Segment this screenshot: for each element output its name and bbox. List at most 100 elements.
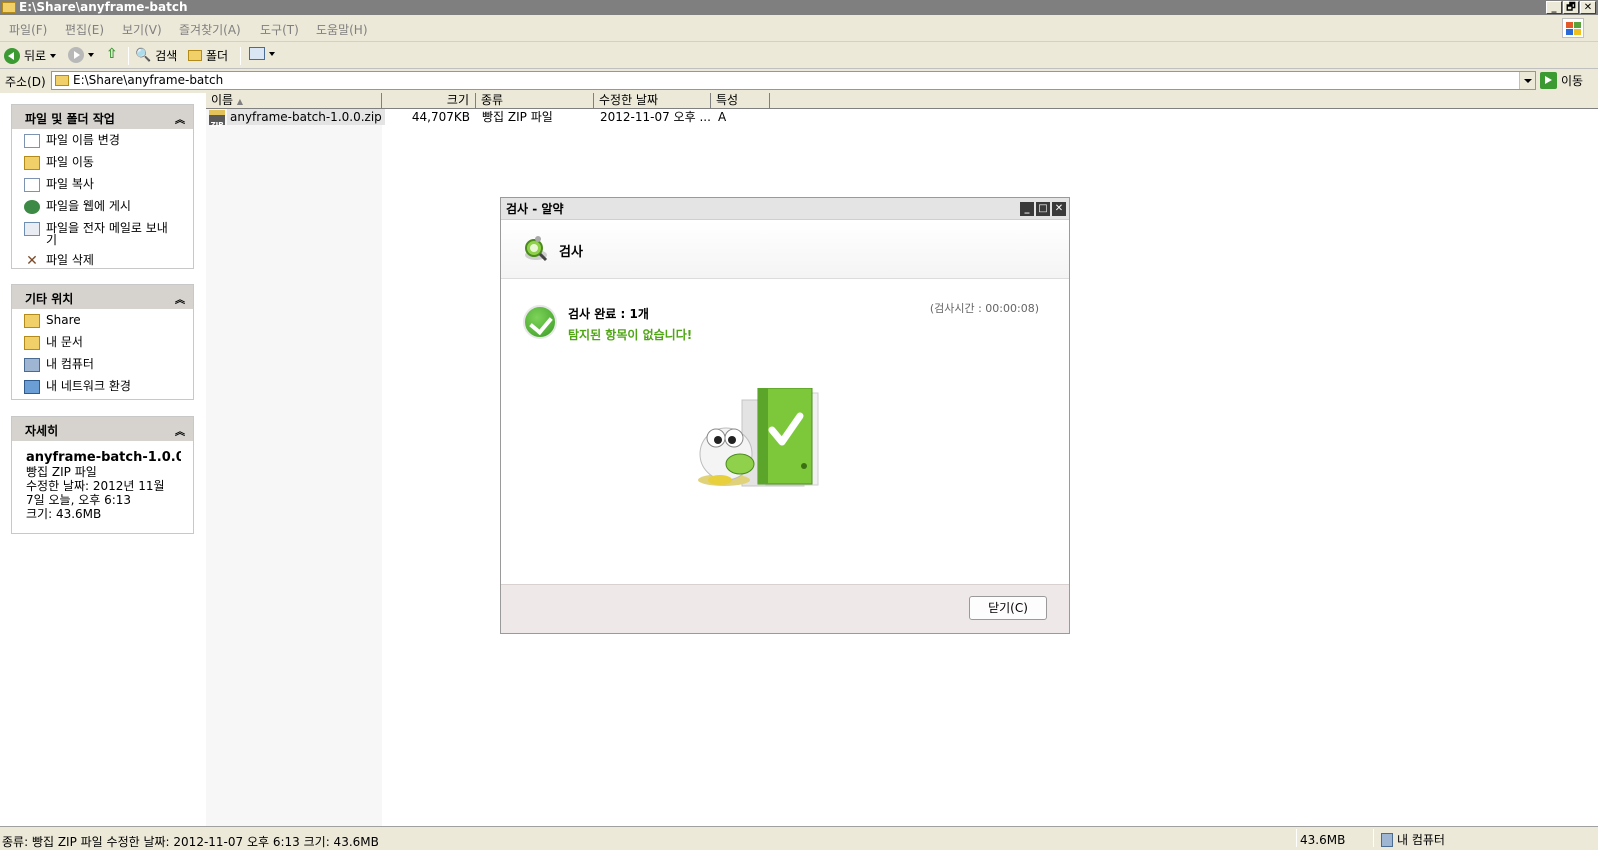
status-bar: 종류: 빵집 ZIP 파일 수정한 날짜: 2012-11-07 오후 6:13… [0,826,1598,850]
my-computer-icon [24,358,40,372]
task-label: 파일을 전자 메일로 보내기 [46,221,168,247]
address-bar: 주소(D) E:\Share\anyframe-batch 이동 [0,70,1598,92]
dialog-maximize-button[interactable]: □ [1036,202,1050,216]
address-input[interactable]: E:\Share\anyframe-batch [51,71,1536,90]
other-places-panel: 기타 위치 ︽ Share 내 문서 내 컴퓨터 내 네트워크 환경 [11,284,194,400]
column-header-type[interactable]: 종류 [476,93,594,109]
file-size: 44,707KB [411,110,470,124]
go-arrow-icon [1540,72,1557,89]
collapse-icon[interactable]: ︽ [175,111,185,126]
back-button[interactable]: 뒤로 [4,47,57,64]
folder-icon [188,50,202,61]
window-title: E:\Share\anyframe-batch [19,0,188,14]
address-value: E:\Share\anyframe-batch [73,73,224,87]
up-folder-button[interactable]: ⇧ [106,47,118,61]
task-copy[interactable]: 파일 복사 [24,178,193,192]
toolbar-divider [240,47,241,65]
sort-ascending-icon: ▲ [236,97,244,106]
place-my-computer[interactable]: 내 컴퓨터 [24,358,193,372]
search-button[interactable]: 🔍 검색 [135,47,177,64]
close-button[interactable]: 닫기(C) [969,596,1047,620]
task-label: 파일 복사 [46,177,94,191]
views-icon [249,47,265,60]
status-divider [1296,829,1297,847]
folders-button[interactable]: 폴더 [188,47,228,64]
window-title-bar[interactable]: E:\Share\anyframe-batch _ 🗗 ✕ [0,0,1598,15]
dialog-header: 검사 [501,221,1069,279]
task-rename[interactable]: 파일 이름 변경 [24,134,193,148]
column-header-modified[interactable]: 수정한 날짜 [594,93,711,109]
dialog-footer: 닫기(C) [501,584,1069,633]
place-my-documents[interactable]: 내 문서 [24,336,193,350]
restore-button[interactable]: 🗗 [1563,1,1579,14]
address-dropdown-button[interactable] [1519,72,1535,89]
status-size: 43.6MB [1300,833,1346,847]
place-network[interactable]: 내 네트워크 환경 [24,380,193,394]
file-tasks-header[interactable]: 파일 및 폴더 작업 ︽ [12,105,193,129]
menu-help[interactable]: 도움말(H) [316,21,368,38]
dialog-minimize-button[interactable]: _ [1020,202,1034,216]
forward-arrow-icon [68,47,84,63]
go-button[interactable]: 이동 [1540,72,1583,89]
menu-view[interactable]: 보기(V) [122,21,162,38]
menu-tools[interactable]: 도구(T) [260,21,299,38]
panel-title: 파일 및 폴더 작업 [25,112,115,126]
file-tasks-panel: 파일 및 폴더 작업 ︽ 파일 이름 변경 파일 이동 파일 복사 파일을 웹에… [11,104,194,269]
place-label: Share [46,313,81,327]
place-share[interactable]: Share [24,314,193,328]
forward-button[interactable] [68,47,94,63]
scan-result-count: 검사 완료 : 1개 [568,307,649,321]
detail-modified: 수정한 날짜: 2012년 11월 7일 오늘, 오후 6:13 [26,479,165,507]
minimize-button[interactable]: _ [1546,1,1562,14]
column-header-size[interactable]: 크기 [382,93,476,109]
collapse-icon[interactable]: ︽ [175,291,185,306]
task-label: 파일 이름 변경 [46,133,120,147]
status-location-label: 내 컴퓨터 [1397,833,1445,847]
menu-edit[interactable]: 편집(E) [65,21,104,38]
detail-size: 크기: 43.6MB [26,507,102,521]
rename-icon [24,134,40,148]
folder-icon [55,75,69,86]
views-button[interactable] [249,47,275,60]
network-icon [24,380,40,394]
close-window-button[interactable]: ✕ [1580,1,1596,14]
column-header-filler [770,93,1598,109]
email-icon [24,222,40,236]
dialog-close-icon[interactable]: ✕ [1052,202,1066,216]
dialog-title-bar[interactable]: 검사 - 알약 _ □ ✕ [501,198,1069,220]
scan-result-message: 탐지된 항목이 없습니다! [568,328,693,342]
delete-icon: ✕ [26,253,38,269]
panel-title: 자세히 [25,424,59,438]
file-type: 빵집 ZIP 파일 [482,110,553,124]
toolbar-divider [128,47,129,65]
status-divider [1373,829,1374,847]
collapse-icon[interactable]: ︽ [175,423,185,438]
column-header-attributes[interactable]: 특성 [711,93,770,109]
task-delete[interactable]: ✕ 파일 삭제 [24,254,193,268]
chevron-down-icon [50,53,57,58]
status-text: 종류: 빵집 ZIP 파일 수정한 날짜: 2012-11-07 오후 6:13… [2,835,379,849]
scan-magnifier-icon [525,236,548,262]
status-location: 내 컴퓨터 [1381,831,1445,848]
task-move[interactable]: 파일 이동 [24,156,193,170]
task-email[interactable]: 파일을 전자 메일로 보내기 [24,222,174,246]
scan-time: (검사시간 : 00:00:08) [929,302,1039,315]
folders-label: 폴더 [206,49,229,63]
task-label: 파일을 웹에 게시 [46,199,131,213]
details-header[interactable]: 자세히 ︽ [12,417,193,441]
details-panel: 자세히 ︽ anyframe-batch-1.0.0.z 빵집 ZIP 파일 수… [11,416,194,534]
menu-favorites[interactable]: 즐겨찾기(A) [179,21,241,38]
menu-file[interactable]: 파일(F) [9,21,47,38]
go-label: 이동 [1561,74,1584,88]
dialog-window-controls: _ □ ✕ [1020,202,1066,216]
mascot-server-illustration [698,388,819,487]
my-computer-icon [1381,832,1393,847]
detail-file-name: anyframe-batch-1.0.0.z [26,451,181,465]
column-header-name[interactable]: 이름 ▲ [206,93,382,109]
panel-title: 기타 위치 [25,292,74,306]
task-publish-web[interactable]: 파일을 웹에 게시 [24,200,193,214]
chevron-down-icon [88,53,94,57]
other-places-header[interactable]: 기타 위치 ︽ [12,285,193,309]
windows-logo-icon [1562,18,1584,38]
folder-icon [24,314,40,328]
